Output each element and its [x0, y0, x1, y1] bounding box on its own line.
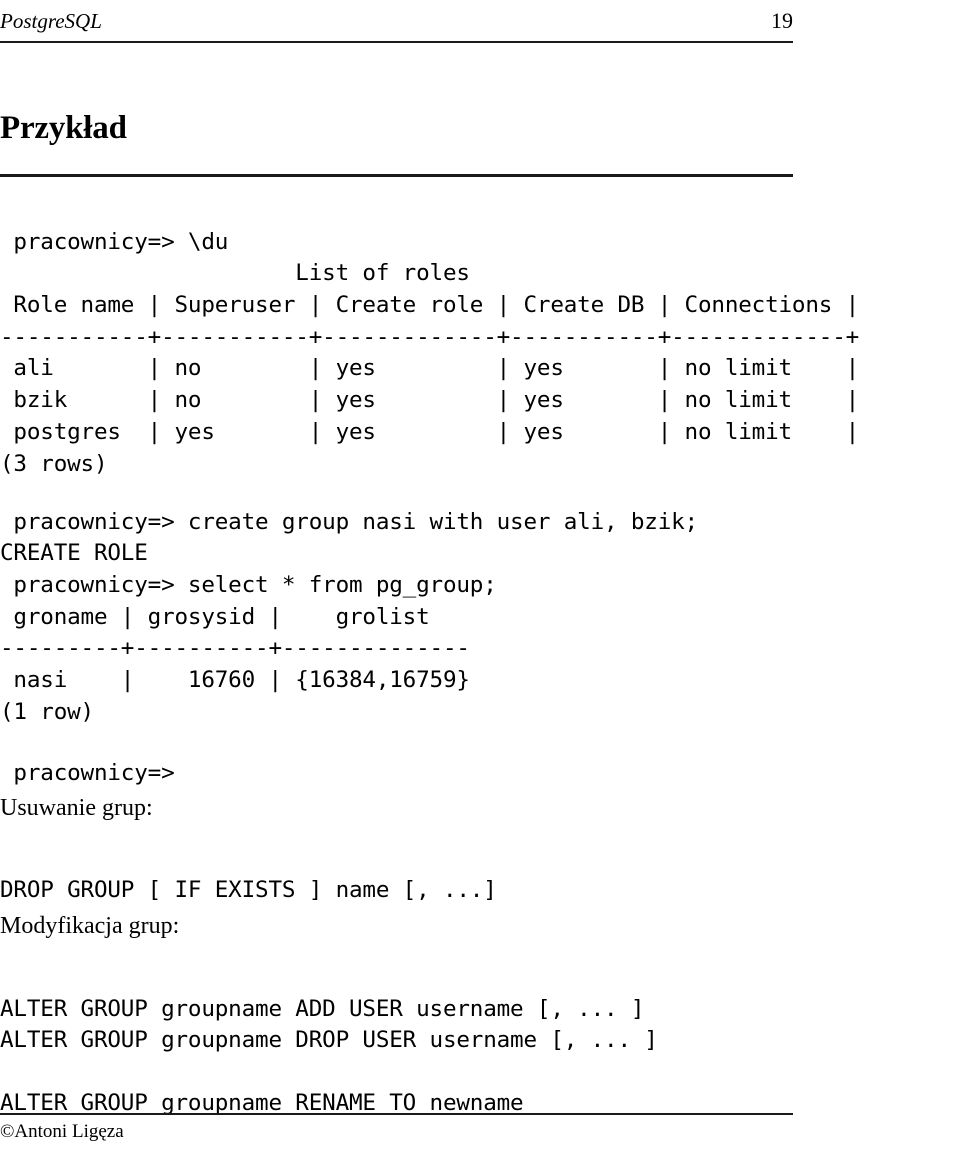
terminal-block-create-group: pracownicy=> create group nasi with user… — [0, 508, 698, 725]
terminal-block-prompt: pracownicy=> — [0, 759, 175, 786]
running-head-title: PostgreSQL — [0, 9, 102, 33]
footer-rule — [0, 1113, 793, 1115]
syntax-alter-group-user: ALTER GROUP groupname ADD USER username … — [0, 995, 658, 1054]
running-head: PostgreSQL 19 — [0, 8, 793, 36]
terminal-block-list-roles: pracownicy=> \du List of roles Role name… — [0, 228, 860, 477]
footer-credit: ©Antoni Ligęza — [0, 1121, 124, 1142]
section-rule — [0, 174, 793, 177]
syntax-drop-group: DROP GROUP [ IF EXISTS ] name [, ...] — [0, 876, 497, 903]
header-rule — [0, 41, 793, 43]
page-number: 19 — [771, 8, 793, 33]
document-page: PostgreSQL 19 Przykład pracownicy=> \du … — [0, 0, 960, 1149]
label-usuwanie-grup: Usuwanie grup: — [0, 795, 153, 821]
label-modyfikacja-grup: Modyfikacja grup: — [0, 913, 180, 939]
section-heading: Przykład — [0, 110, 127, 146]
